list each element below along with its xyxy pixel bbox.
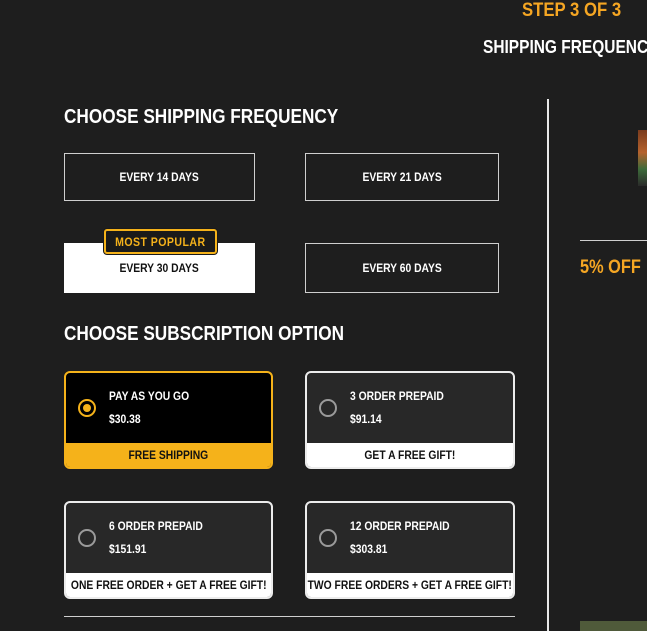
subscription-price: $303.81 — [350, 542, 388, 556]
subscription-price: $30.38 — [109, 412, 141, 426]
sidebar-divider — [580, 240, 647, 241]
perk-label: ONE FREE ORDER + GET A FREE GIFT! — [70, 578, 267, 592]
subscription-perk: TWO FREE ORDERS + GET A FREE GIFT! — [307, 573, 513, 597]
subscription-option-pay-as-you-go[interactable]: PAY AS YOU GO $30.38 FREE SHIPPING — [64, 371, 273, 469]
frequency-heading: CHOOSE SHIPPING FREQUENCY — [64, 106, 339, 128]
sidebar-panel — [580, 621, 647, 631]
frequency-option-14[interactable]: EVERY 14 DAYS — [64, 153, 255, 201]
subscription-name: 3 ORDER PREPAID — [350, 389, 444, 403]
frequency-option-label: EVERY 30 DAYS — [119, 261, 200, 275]
frequency-option-label: EVERY 60 DAYS — [362, 261, 442, 275]
radio-unselected-icon[interactable] — [319, 529, 337, 547]
section-divider — [64, 616, 515, 617]
perk-label: FREE SHIPPING — [128, 448, 209, 462]
subscription-option-3-order[interactable]: 3 ORDER PREPAID $91.14 GET A FREE GIFT! — [305, 371, 515, 469]
subscription-name: 12 ORDER PREPAID — [350, 519, 450, 533]
subscription-price: $151.91 — [109, 542, 147, 556]
frequency-option-60[interactable]: EVERY 60 DAYS — [305, 243, 499, 293]
subscription-option-6-order[interactable]: 6 ORDER PREPAID $151.91 ONE FREE ORDER +… — [64, 501, 273, 599]
perk-label: GET A FREE GIFT! — [364, 448, 456, 462]
subscription-price: $91.14 — [350, 412, 382, 426]
frequency-option-21[interactable]: EVERY 21 DAYS — [305, 153, 499, 201]
discount-label: 5% OFF — [580, 257, 641, 278]
subscription-option-12-order[interactable]: 12 ORDER PREPAID $303.81 TWO FREE ORDERS… — [305, 501, 515, 599]
most-popular-badge: MOST POPULAR — [104, 229, 217, 254]
badge-label: MOST POPULAR — [115, 234, 206, 249]
perk-label: TWO FREE ORDERS + GET A FREE GIFT! — [307, 578, 513, 592]
subscription-heading: CHOOSE SUBSCRIPTION OPTION — [64, 323, 345, 345]
step-indicator: STEP 3 OF 3 — [522, 0, 622, 21]
subscription-perk: ONE FREE ORDER + GET A FREE GIFT! — [66, 573, 271, 597]
radio-unselected-icon[interactable] — [319, 399, 337, 417]
frequency-option-label: EVERY 14 DAYS — [119, 170, 200, 184]
vertical-divider — [547, 99, 549, 631]
radio-unselected-icon[interactable] — [78, 529, 96, 547]
product-thumbnail — [638, 130, 647, 186]
subscription-perk: FREE SHIPPING — [66, 443, 271, 467]
subscription-name: 6 ORDER PREPAID — [109, 519, 203, 533]
subscription-perk: GET A FREE GIFT! — [307, 443, 513, 467]
page-title: SHIPPING FREQUENCY — [483, 37, 647, 57]
frequency-option-label: EVERY 21 DAYS — [362, 170, 442, 184]
radio-selected-icon[interactable] — [78, 399, 96, 417]
subscription-name: PAY AS YOU GO — [109, 389, 190, 403]
